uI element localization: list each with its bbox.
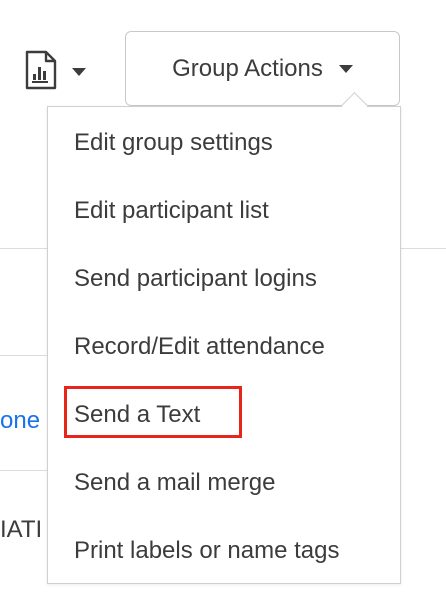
group-actions-label: Group Actions xyxy=(172,54,323,82)
report-dropdown-button[interactable] xyxy=(24,50,104,94)
report-document-icon xyxy=(24,50,58,95)
divider xyxy=(0,248,47,249)
menu-item-record-edit-attendance[interactable]: Record/Edit attendance xyxy=(74,333,325,361)
menu-item-send-participant-logins[interactable]: Send participant logins xyxy=(74,265,317,293)
group-actions-button[interactable]: Group Actions xyxy=(125,31,400,106)
menu-item-send-a-text[interactable]: Send a Text xyxy=(74,401,200,429)
background-link[interactable]: one xyxy=(0,407,40,435)
menu-item-edit-group-settings[interactable]: Edit group settings xyxy=(74,129,273,157)
divider xyxy=(0,355,47,356)
menu-item-send-mail-merge[interactable]: Send a mail merge xyxy=(74,469,275,497)
divider xyxy=(401,248,446,249)
group-actions-menu: Edit group settings Edit participant lis… xyxy=(47,106,401,584)
menu-item-edit-participant-list[interactable]: Edit participant list xyxy=(74,197,269,225)
divider xyxy=(0,470,47,471)
chevron-down-icon xyxy=(72,68,86,76)
menu-item-print-labels[interactable]: Print labels or name tags xyxy=(74,537,339,565)
background-column-header: IATI xyxy=(0,516,43,543)
chevron-down-icon xyxy=(338,64,353,73)
